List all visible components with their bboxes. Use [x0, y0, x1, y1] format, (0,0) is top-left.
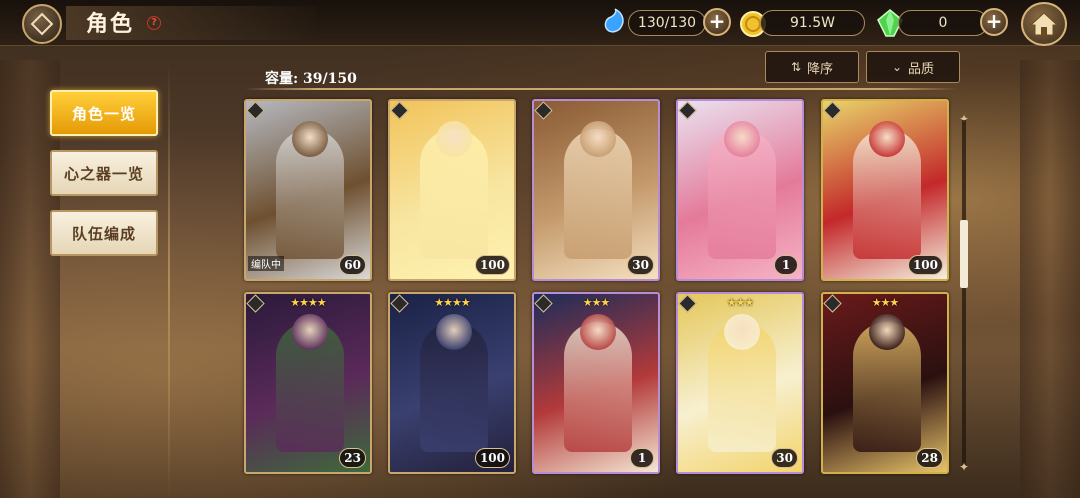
character-head [724, 121, 760, 157]
character-head [292, 121, 328, 157]
help-icon[interactable]: ? [147, 16, 161, 30]
back-button[interactable] [22, 4, 62, 44]
quality-filter-label: 品质 [908, 61, 935, 77]
scrollbar-track[interactable] [962, 120, 966, 465]
grid-top-rule [245, 88, 957, 90]
card-level-badge: 100 [474, 448, 510, 468]
character-card[interactable]: ★★★ 28 [821, 292, 949, 474]
card-level-badge: 28 [916, 448, 943, 468]
sidebar-divider [168, 62, 170, 498]
character-card[interactable]: ★★★ 30 [676, 292, 804, 474]
chevron-down-icon: ⌄ [891, 60, 903, 74]
character-card[interactable]: 编队中 60 [244, 99, 372, 281]
back-diamond-icon [30, 12, 54, 36]
home-icon [1029, 12, 1059, 36]
sort-descending-icon: ⇅ [790, 60, 802, 74]
character-card[interactable]: 100 [821, 99, 949, 281]
sidebar-item-heart-vessel-list[interactable]: 心之器一览 [50, 150, 158, 196]
card-level-badge: 100 [907, 255, 943, 275]
character-head [436, 121, 472, 157]
card-level-badge: 100 [474, 255, 510, 275]
gold-counter: 91.5W [760, 10, 865, 36]
gem-counter: 0 [898, 10, 988, 36]
element-badge-icon [678, 101, 697, 120]
sort-order-button[interactable]: ⇅ 降序 [765, 51, 859, 83]
card-level-badge: 60 [339, 255, 366, 275]
character-head [436, 314, 472, 350]
sidebar-item-character-list[interactable]: 角色一览 [50, 90, 158, 136]
character-head [292, 314, 328, 350]
in-team-tag: 编队中 [248, 256, 284, 271]
sort-order-label: 降序 [807, 61, 834, 77]
add-gem-button[interactable]: + [980, 8, 1008, 36]
character-card[interactable]: ★★★★ 23 [244, 292, 372, 474]
quality-filter-button[interactable]: ⌄ 品质 [866, 51, 960, 83]
stamina-drop-icon [604, 8, 624, 33]
element-badge-icon [534, 101, 553, 120]
element-badge-icon [823, 101, 842, 120]
sidebar-item-team-formation[interactable]: 队伍编成 [50, 210, 158, 256]
card-level-badge: 30 [627, 255, 654, 275]
home-button[interactable] [1021, 2, 1067, 46]
character-head [580, 121, 616, 157]
scroll-bottom-ornament-icon: ✦ [958, 460, 970, 474]
card-level-badge: 1 [774, 255, 798, 275]
character-card[interactable]: 1 [676, 99, 804, 281]
card-rarity-stars: ★★★★ [434, 296, 470, 309]
element-badge-icon [246, 101, 265, 120]
character-head [724, 314, 760, 350]
card-rarity-stars: ★★★★ [290, 296, 326, 309]
top-bar: 角色 ? 130/130 + 91.5W 0 + [0, 0, 1080, 46]
character-head [580, 314, 616, 350]
stamina-counter: 130/130 [628, 10, 706, 36]
character-card[interactable]: ★★★★ 100 [388, 292, 516, 474]
card-level-badge: 23 [339, 448, 366, 468]
add-stamina-button[interactable]: + [703, 8, 731, 36]
page-title: 角色 [86, 11, 135, 37]
capacity-label: 容量: 39/150 [265, 71, 357, 87]
card-rarity-stars: ★★★ [871, 296, 900, 309]
character-head [869, 121, 905, 157]
character-card[interactable]: 30 [532, 99, 660, 281]
character-card[interactable]: ★★★ 1 [532, 292, 660, 474]
character-head [869, 314, 905, 350]
card-level-badge: 30 [771, 448, 798, 468]
scrollbar-thumb[interactable] [960, 220, 968, 288]
card-rarity-stars: ★★★ [726, 296, 755, 309]
card-level-badge: 1 [630, 448, 654, 468]
element-badge-icon [390, 101, 409, 120]
card-rarity-stars: ★★★ [582, 296, 611, 309]
character-card[interactable]: 100 [388, 99, 516, 281]
